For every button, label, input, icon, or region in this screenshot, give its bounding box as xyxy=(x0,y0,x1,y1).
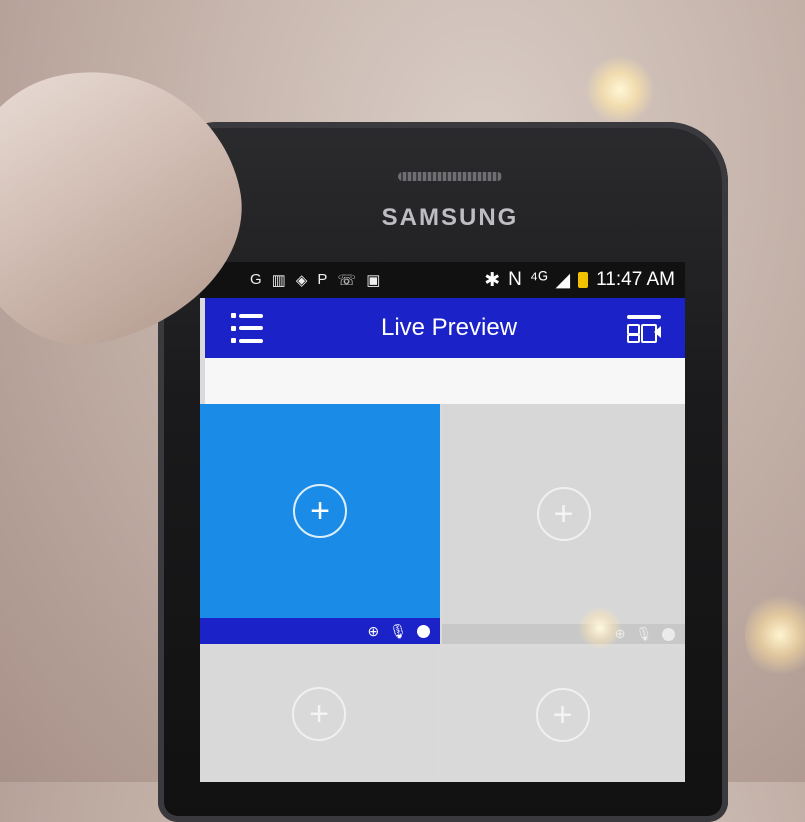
calendar-icon: ▥ xyxy=(271,272,286,289)
status-time: 11:47 AM xyxy=(596,269,675,290)
microphone-icon[interactable]: 🎙 xyxy=(389,623,407,640)
camera-tile-4[interactable]: + xyxy=(440,648,685,782)
phone-brand-logo: SAMSUNG xyxy=(381,204,519,231)
add-camera-icon[interactable]: + xyxy=(292,687,346,741)
phone-screen: G ▥ ◈ P ☏ ▣ ✱ N ⁴ᴳ ◢ 11:47 AM Live Previ… xyxy=(200,262,685,782)
system-icons: ✱ N ⁴ᴳ ◢ 11:47 AM xyxy=(484,269,685,292)
tile-controls-2: ⊕ 🎙 xyxy=(442,624,685,644)
bluetooth-icon: ✱ xyxy=(484,269,501,291)
record-icon[interactable] xyxy=(417,624,430,638)
signal-icon: ◢ xyxy=(555,269,571,291)
camera-tile-3[interactable]: + xyxy=(200,646,438,782)
notification-icons: G ▥ ◈ P ☏ ▣ xyxy=(200,271,380,289)
google-icon: G xyxy=(250,271,262,288)
record-icon[interactable] xyxy=(662,627,675,641)
light-reflection xyxy=(745,590,805,680)
microphone-icon[interactable]: 🎙 xyxy=(635,626,652,642)
add-camera-icon[interactable]: + xyxy=(535,688,590,742)
list-menu-icon[interactable] xyxy=(231,313,271,343)
camera-tile-1[interactable]: + xyxy=(200,404,440,618)
battery-icon xyxy=(578,272,589,288)
missed-call-icon: ☏ xyxy=(337,272,357,289)
screen-reflection xyxy=(575,608,625,648)
zoom-icon[interactable]: ⊕ xyxy=(367,623,379,640)
network-icon: ⁴ᴳ xyxy=(529,269,548,290)
parking-icon: P xyxy=(317,271,328,288)
tag-icon: ◈ xyxy=(295,272,308,289)
toolbar-strip xyxy=(205,358,685,404)
page-title: Live Preview xyxy=(380,314,518,341)
camera-tile-2[interactable]: + xyxy=(442,404,685,624)
app-bar: Live Preview xyxy=(205,298,685,358)
nfc-icon: N xyxy=(508,269,522,290)
light-reflection xyxy=(585,55,655,125)
add-camera-icon[interactable]: + xyxy=(293,484,347,538)
photo-icon: ▣ xyxy=(366,272,381,289)
tile-controls-1: ⊕ 🎙 xyxy=(200,618,440,644)
camera-list-icon[interactable] xyxy=(627,313,663,343)
status-bar: G ▥ ◈ P ☏ ▣ ✱ N ⁴ᴳ ◢ 11:47 AM xyxy=(200,262,685,298)
earpiece-speaker xyxy=(398,172,502,181)
add-camera-icon[interactable]: + xyxy=(536,487,591,541)
